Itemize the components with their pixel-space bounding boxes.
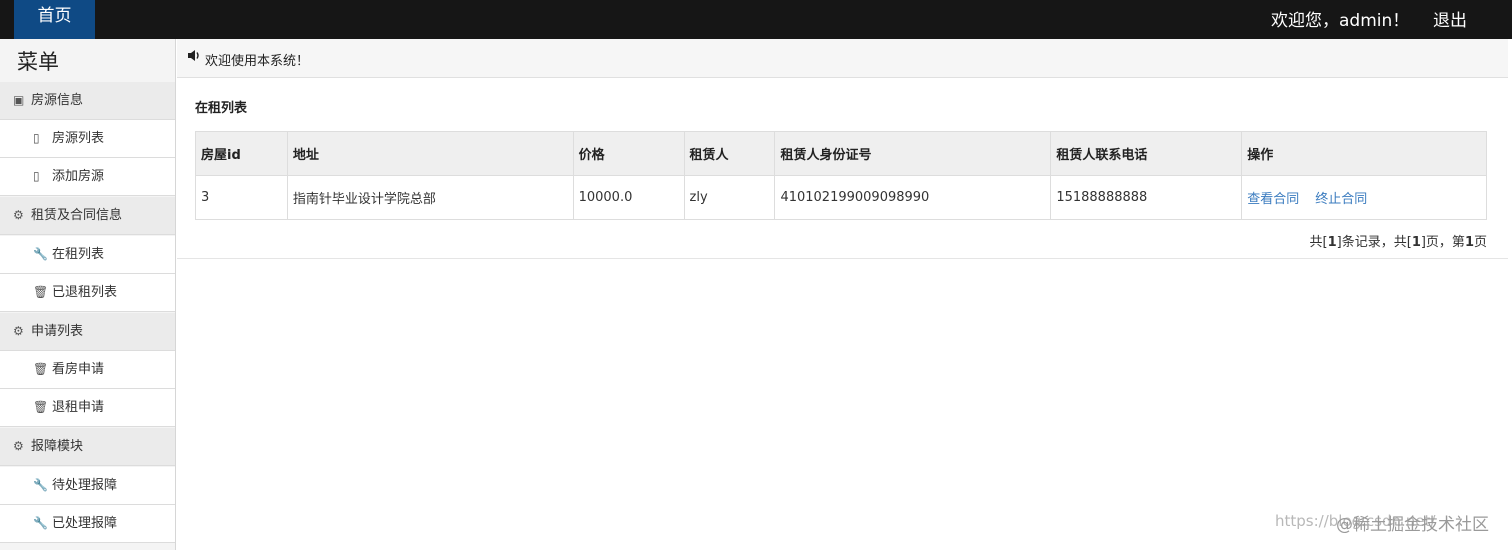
trash-icon: 🗑 [33,400,49,414]
gear-icon: ⚙ [13,324,24,338]
sidebar-group-label: 报障模块 [31,439,84,454]
column-header-house-id: 房屋id [195,131,288,176]
column-header-tenant: 租赁人 [683,131,776,176]
column-header-phone: 租赁人联系电话 [1050,131,1243,176]
gear-icon: ⚙ [13,439,24,453]
sidebar-item-label: 退租申请 [52,400,105,415]
sidebar-item-listing-list[interactable]: ▯ 房源列表 [0,120,175,158]
cell-price: 10000.0 [572,175,685,220]
top-navbar: 首页 欢迎您，admin！ 退出 [0,0,1512,39]
cell-id-card: 410102199009098990 [774,175,1052,220]
sidebar-item-add-listing[interactable]: ▯ 添加房源 [0,158,175,196]
cell-phone: 15188888888 [1050,175,1243,220]
wrench-icon: 🔧 [33,247,48,261]
sidebar: 菜单 ▣ 房源信息 ▯ 房源列表 ▯ 添加房源 ⚙ 租赁及合同信息 🔧 在租列表… [0,39,176,550]
sidebar-item-label: 房源列表 [52,131,105,146]
pager-current-page: 1 [1464,235,1474,250]
cell-actions: 查看合同 终止合同 [1241,175,1487,220]
sidebar-item-ended-leases[interactable]: 🗑 已退租列表 [0,274,175,312]
section-title: 在租列表 [195,101,248,116]
sidebar-group-label: 房源信息 [31,93,84,108]
sidebar-group-label: 租赁及合同信息 [31,208,123,223]
pagination-summary: 共[1]条记录，共[1]页，第1页 [1310,231,1487,250]
logout-link[interactable]: 退出 [1433,6,1467,31]
welcome-user-text: 欢迎您，admin！ [1271,11,1410,31]
notice-bar: 欢迎使用本系统！ [177,39,1508,78]
pager-record-count: 1 [1327,235,1337,250]
watermark-brand: @稀土掘金技术社区 [1336,515,1489,535]
sidebar-item-active-leases[interactable]: 🔧 在租列表 [0,236,175,274]
terminate-contract-link[interactable]: 终止合同 [1315,192,1367,207]
sidebar-group-listings[interactable]: ▣ 房源信息 [0,82,175,120]
sidebar-item-handled-repairs[interactable]: 🔧 已处理报障 [0,505,175,543]
column-header-price: 价格 [572,131,685,176]
sidebar-group-repairs[interactable]: ⚙ 报障模块 [0,428,175,466]
file-icon: ▯ [33,169,40,183]
sidebar-item-label: 在租列表 [52,247,105,262]
sidebar-item-viewing-requests[interactable]: 🗑 看房申请 [0,351,175,389]
file-icon: ▯ [33,131,40,145]
sidebar-title: 菜单 [17,50,59,74]
sidebar-group-applications[interactable]: ⚙ 申请列表 [0,313,175,351]
column-header-id-card: 租赁人身份证号 [774,131,1052,176]
sidebar-item-checkout-requests[interactable]: 🗑 退租申请 [0,389,175,427]
cell-house-id: 3 [195,175,288,220]
trash-icon: 🗑 [33,362,49,376]
column-header-address: 地址 [286,131,574,176]
gear-icon: ⚙ [13,208,24,222]
sidebar-item-pending-repairs[interactable]: 🔧 待处理报障 [0,467,175,505]
sidebar-item-label: 待处理报障 [52,478,118,493]
book-icon: ▣ [13,93,25,107]
sidebar-item-label: 添加房源 [52,169,105,184]
cell-address: 指南针毕业设计学院总部 [286,175,574,220]
speaker-icon [187,49,201,66]
wrench-icon: 🔧 [33,516,48,530]
table-header-row: 房屋id 地址 价格 租赁人 租赁人身份证号 租赁人联系电话 操作 [195,131,1487,176]
sidebar-item-label: 看房申请 [52,362,105,377]
sidebar-group-lease-contract[interactable]: ⚙ 租赁及合同信息 [0,197,175,235]
pager-page-count: 1 [1411,235,1421,250]
view-contract-link[interactable]: 查看合同 [1247,192,1299,207]
pager-text: ]页，第 [1420,235,1465,250]
notice-text: 欢迎使用本系统！ [205,54,310,69]
nav-home-tab[interactable]: 首页 [14,0,95,39]
column-header-actions: 操作 [1241,131,1487,176]
sidebar-item-label: 已退租列表 [52,285,118,300]
pager-text: 共[ [1309,235,1328,250]
sidebar-group-label: 申请列表 [31,324,84,339]
wrench-icon: 🔧 [33,478,48,492]
pager-text: ]条记录，共[ [1336,235,1412,250]
cell-tenant: zly [683,175,776,220]
trash-icon: 🗑 [33,285,49,299]
pager-text: 页 [1473,235,1487,250]
sidebar-item-label: 已处理报障 [52,516,118,531]
table-row: 3 指南针毕业设计学院总部 10000.0 zly 41010219900909… [195,175,1487,220]
active-lease-table: 房屋id 地址 价格 租赁人 租赁人身份证号 租赁人联系电话 操作 3 指南针毕… [195,131,1487,220]
